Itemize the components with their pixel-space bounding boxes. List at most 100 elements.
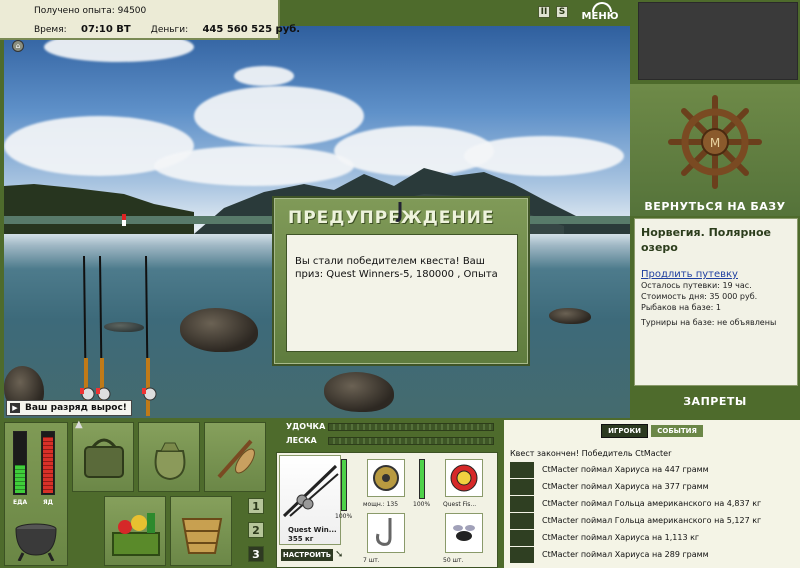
day-cost-text: Стоимость дня: 35 000 руб. <box>641 292 758 301</box>
setup-button[interactable]: НАСТРОИТЬ <box>281 549 333 561</box>
xp-value: 94500 <box>117 6 147 16</box>
fish-icon <box>510 547 534 563</box>
rod-slot[interactable]: Quest Win... 355 кг <box>279 455 341 545</box>
fish-icon <box>510 530 534 546</box>
right-panel: M ВЕРНУТЬСЯ НА БАЗУ Норвегия. Полярное о… <box>630 0 800 418</box>
sack-icon <box>154 442 186 481</box>
rock <box>549 308 591 324</box>
inventory-page-3[interactable]: 3 <box>248 546 264 562</box>
event-text: CtMacter поймал Хариуса на 289 грамм <box>542 550 709 559</box>
tournaments-text: Турниры на базе: не объявлены <box>641 318 777 327</box>
rod-condition-bar <box>341 459 347 511</box>
hook-icon <box>376 518 392 546</box>
line-label: ЛЕСКА <box>286 436 317 445</box>
xp-row: Получено опыта: 94500 <box>34 6 146 16</box>
event-text: CtMacter поймал Хариуса на 377 грамм <box>542 482 709 491</box>
rod-weight: 355 кг <box>288 535 314 543</box>
list-item: CtMacter поймал Хариуса на 447 грамм <box>510 462 796 478</box>
remaining-text: Осталось путевки: 19 час. <box>641 281 752 290</box>
rock <box>180 308 258 352</box>
bait-count: 50 шт. <box>443 557 464 564</box>
tab-events[interactable]: СОБЫТИЯ <box>651 425 703 437</box>
time-value: 07:10 ВТ <box>80 24 131 35</box>
rank-notice-text: Ваш разряд вырос! <box>25 403 127 413</box>
rod-name: Quest Win... <box>288 526 337 534</box>
pause-button[interactable]: II <box>538 6 550 18</box>
event-text: CtMacter поймал Гольца американского на … <box>542 499 762 508</box>
list-item: CtMacter поймал Хариуса на 289 грамм <box>510 547 796 563</box>
line-tension-bar <box>328 437 494 445</box>
base-button-area[interactable]: M <box>630 84 800 216</box>
tools-icon <box>217 439 255 479</box>
food-meter <box>13 431 27 495</box>
extend-trip-link[interactable]: Продлить путевку <box>641 269 791 280</box>
hook-slot[interactable] <box>367 513 405 553</box>
up-arrow-icon: ▲ <box>75 419 83 430</box>
poison-meter <box>41 431 55 495</box>
fish-icon <box>510 479 534 495</box>
meters-panel: ЕДА ЯД <box>4 422 68 566</box>
fly-bait-icon <box>453 525 475 541</box>
event-text: CtMacter поймал Хариуса на 447 грамм <box>542 465 709 474</box>
bait-slot[interactable] <box>445 513 483 553</box>
inventory-slot-bucket[interactable] <box>170 496 232 566</box>
fishing-rods[interactable] <box>70 248 170 418</box>
reel-slot[interactable] <box>367 459 405 497</box>
cloud <box>234 66 294 86</box>
location-name: Норвегия. Полярное озеро <box>641 226 771 254</box>
inventory-slot-bag[interactable]: ▲ <box>72 419 134 492</box>
time-money-row: Время: 07:10 ВТ Деньги: 445 560 525 руб. <box>34 24 300 35</box>
inventory-slot-sack[interactable] <box>138 422 200 492</box>
rod-icon <box>282 464 339 518</box>
poison-meter-fill <box>43 437 53 493</box>
time-label: Время: <box>34 25 67 35</box>
fish-icon <box>510 496 534 512</box>
cloud <box>194 86 364 146</box>
menu-button[interactable]: МЕНЮ <box>578 2 622 22</box>
list-item: CtMacter поймал Гольца американского на … <box>510 513 796 529</box>
ship-wheel-icon[interactable]: M <box>667 94 763 190</box>
buoy <box>122 214 126 226</box>
money-label: Деньги: <box>150 25 189 35</box>
xp-label: Получено опыта: <box>34 6 115 16</box>
reel-power: мощн.: 135 <box>363 501 399 508</box>
bans-button[interactable]: ЗАПРЕТЫ <box>630 395 800 408</box>
fishers-text: Рыбаков на базе: 1 <box>641 303 721 312</box>
tackle-panel: Quest Win... 355 кг 100% мощн.: 135 100%… <box>276 452 498 568</box>
rod-status-header: УДОЧКА ЛЕСКА <box>276 420 498 450</box>
bucket-icon <box>181 518 223 554</box>
list-item: CtMacter поймал Гольца американского на … <box>510 496 796 512</box>
food-basket-icon <box>112 513 160 556</box>
back-to-base-button[interactable]: ВЕРНУТЬСЯ НА БАЗУ <box>630 200 800 213</box>
sound-button[interactable]: S <box>556 6 568 18</box>
inventory-page-2[interactable]: 2 <box>248 522 264 538</box>
arrow-down-right-icon[interactable]: ➘ <box>335 549 343 560</box>
inventory-page-1[interactable]: 1 <box>248 498 264 514</box>
events-header: Квест закончен! Победитель CtMacter <box>510 446 796 462</box>
location-info: Норвегия. Полярное озеро Продлить путевк… <box>634 218 798 386</box>
line-name: Quest Fis... <box>443 501 477 508</box>
event-text: CtMacter поймал Хариуса на 1,113 кг <box>542 533 700 542</box>
list-item: CtMacter поймал Хариуса на 1,113 кг <box>510 530 796 546</box>
rod-percent: 100% <box>335 513 353 520</box>
line-slot[interactable] <box>445 459 483 497</box>
rank-notice[interactable]: ▶ Ваш разряд вырос! <box>6 400 132 416</box>
inventory-slot-tools[interactable] <box>204 422 266 492</box>
rod-label: УДОЧКА <box>286 422 326 431</box>
inventory-slot-food[interactable] <box>104 496 166 566</box>
home-icon[interactable]: ⌂ <box>12 40 24 52</box>
reel-icon <box>373 465 399 491</box>
poison-label: ЯД <box>43 499 53 506</box>
tab-players[interactable]: ИГРОКИ <box>601 424 649 438</box>
list-item: CtMacter поймал Хариуса на 377 грамм <box>510 479 796 495</box>
hooks-count: 7 шт. <box>363 557 380 564</box>
reel-condition-fill <box>420 460 424 498</box>
status-panel: Получено опыта: 94500 Время: 07:10 ВТ Де… <box>0 0 300 40</box>
reel-percent: 100% <box>413 501 431 508</box>
events-header-text: Квест закончен! Победитель CtMacter <box>510 449 672 458</box>
reel-condition-bar <box>419 459 425 499</box>
cauldron-icon[interactable] <box>11 517 61 561</box>
arrow-right-icon: ▶ <box>10 403 20 413</box>
event-text: CtMacter поймал Гольца американского на … <box>542 516 762 525</box>
events-tabs: ИГРОКИ СОБЫТИЯ <box>504 424 800 438</box>
